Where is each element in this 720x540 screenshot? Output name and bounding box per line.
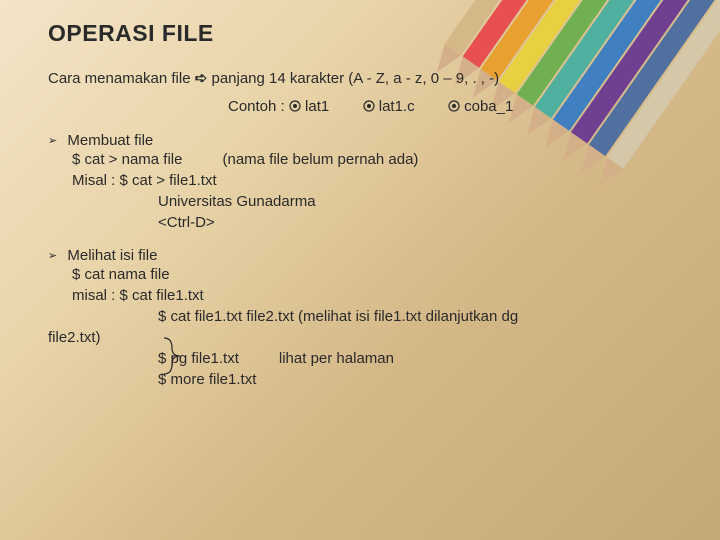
intro-pre: Cara menamakan file [48,70,195,87]
section-heading: ➢ Melihat isi file [48,247,680,264]
chevron-right-icon: ➢ [48,135,57,147]
section-melihat-isi-file: ➢ Melihat isi file $ cat nama file misal… [48,247,680,390]
code-line: $ more file1.txt [48,369,680,390]
inline-note: (nama file belum pernah ada) [182,149,680,170]
code-line: Universitas Gunadarma [48,191,680,212]
code-line: misal : $ cat file1.txt [48,285,680,306]
sun-bullet-icon [448,98,460,110]
code-line: $ cat > nama file (nama file belum perna… [48,149,680,170]
code-line-wrap: file2.txt) [48,327,680,348]
slide-content: OPERASI FILE Cara menamakan file ➪ panja… [0,0,720,410]
intro-post: panjang 14 karakter (A - Z, a - z, 0 – 9… [211,70,499,87]
example-item: lat1.c [379,98,415,115]
sun-bullet-icon [363,98,375,110]
code-line: $ cat nama file [48,264,680,285]
chevron-right-icon: ➢ [48,250,57,262]
section-heading: ➢ Membuat file [48,132,680,149]
code-line: $ cat file1.txt file2.txt (melihat isi f… [48,306,680,327]
sun-bullet-icon [289,98,301,110]
arrow-icon: ➪ [195,70,208,87]
code-line: $ pg file1.txt lihat per halaman [48,348,680,369]
inline-note: lihat per halaman [239,348,680,369]
section-membuat-file: ➢ Membuat file $ cat > nama file (nama f… [48,132,680,233]
example-label: Contoh : [228,98,289,115]
example-item: lat1 [305,98,329,115]
intro-line-2: Contoh : lat1 lat1.c coba_1 [48,97,680,117]
code-line: <Ctrl-D> [48,212,680,233]
curly-brace-icon [160,336,184,376]
page-title: OPERASI FILE [48,20,680,47]
code-line: Misal : $ cat > file1.txt [48,170,680,191]
section-heading-text: Membuat file [67,132,153,149]
intro-line-1: Cara menamakan file ➪ panjang 14 karakte… [48,69,680,89]
section-heading-text: Melihat isi file [67,247,157,264]
example-item: coba_1 [464,98,513,115]
